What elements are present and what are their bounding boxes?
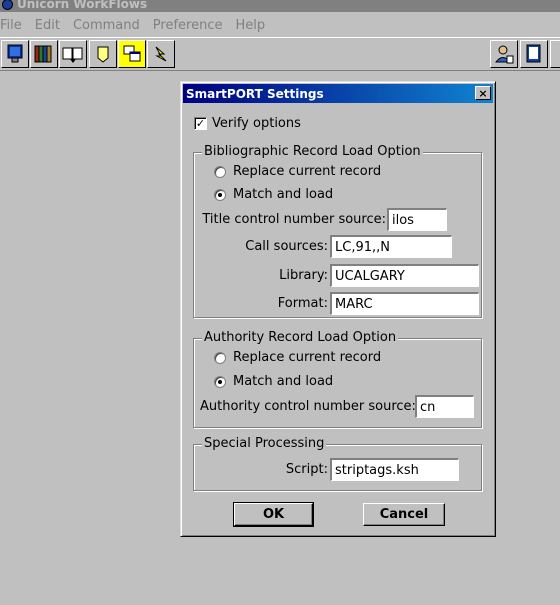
close-button[interactable]: × (475, 86, 491, 100)
authority-group-title: Authority Record Load Option (202, 330, 399, 345)
wizard-button[interactable] (147, 40, 175, 68)
special-processing-title: Special Processing (202, 436, 327, 451)
screen-button[interactable] (1, 40, 29, 68)
menu-preference[interactable]: Preference (151, 18, 229, 33)
menu-file[interactable]: File (0, 18, 28, 33)
user-button[interactable] (490, 40, 518, 68)
radio-selected-dot (218, 380, 222, 384)
windows-icon (123, 45, 141, 62)
bib-replace-label: Replace current record (233, 164, 382, 179)
user-icon (494, 45, 514, 64)
dialog-titlebar: SmartPORT Settings × (183, 84, 493, 103)
library-field[interactable]: UCALGARY (330, 264, 479, 287)
wizard-icon (155, 46, 167, 62)
menu-edit[interactable]: Edit (33, 18, 66, 33)
cancel-button[interactable]: Cancel (363, 503, 445, 526)
document-icon (526, 44, 541, 63)
app-icon (2, 0, 13, 10)
dialog-title: SmartPORT Settings (186, 86, 324, 101)
verify-options-checkbox[interactable]: ✓ (194, 117, 207, 130)
bib-match-label: Match and load (233, 187, 334, 202)
menubar: File Edit Command Preference Help (0, 15, 560, 35)
books-icon (34, 45, 52, 63)
call-sources-label: Call sources: (245, 239, 328, 254)
smartport-settings-dialog: SmartPORT Settings × ✓ Verify options Bi… (180, 81, 496, 537)
toolbar (0, 37, 560, 71)
radio-selected-dot (218, 193, 222, 197)
title-control-field[interactable]: ilos (387, 208, 447, 231)
books-button[interactable] (30, 40, 58, 68)
app-titlebar: Unicorn WorkFlows (0, 0, 560, 12)
note-button[interactable] (89, 40, 117, 68)
authority-control-label: Authority control number source: (200, 399, 416, 414)
script-field[interactable]: striptags.ksh (330, 458, 459, 481)
bibliographic-group-title: Bibliographic Record Load Option (202, 144, 423, 159)
menu-help[interactable]: Help (233, 18, 271, 33)
auth-match-radio[interactable] (214, 376, 226, 388)
menu-command[interactable]: Command (71, 18, 146, 33)
format-label: Format: (277, 296, 328, 311)
document-button[interactable] (520, 40, 548, 68)
auth-match-label: Match and load (233, 374, 334, 389)
verify-options-label: Verify options (212, 116, 301, 131)
open-book-icon (62, 47, 83, 63)
windows-button[interactable] (118, 40, 146, 68)
library-label: Library: (279, 268, 328, 283)
toolbar-overflow[interactable] (550, 40, 560, 68)
ok-button[interactable]: OK (233, 502, 314, 527)
bib-replace-radio[interactable] (214, 166, 226, 178)
format-field[interactable]: MARC (330, 292, 479, 315)
auth-replace-label: Replace current record (233, 350, 382, 365)
screen-icon (7, 44, 23, 63)
open-book-button[interactable] (59, 40, 87, 68)
app-title: Unicorn WorkFlows (17, 0, 148, 11)
checkmark-icon: ✓ (195, 117, 206, 130)
auth-replace-radio[interactable] (214, 352, 226, 364)
title-control-label: Title control number source: (202, 212, 386, 227)
call-sources-field[interactable]: LC,91,,N (330, 235, 452, 258)
authority-control-field[interactable]: cn (415, 395, 474, 418)
bib-match-radio[interactable] (214, 189, 226, 201)
script-label: Script: (285, 462, 328, 477)
note-icon (97, 46, 109, 63)
